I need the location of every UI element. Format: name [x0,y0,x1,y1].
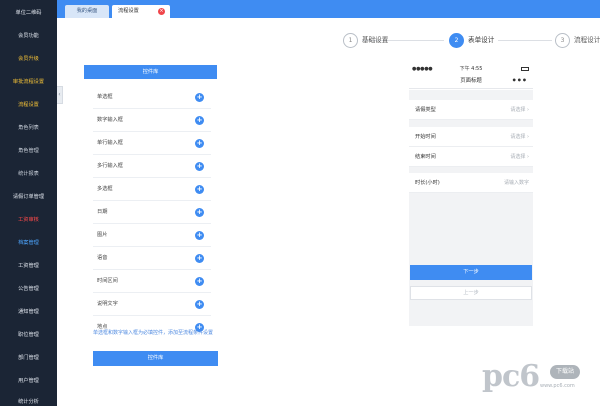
step-number: 2 [449,33,464,48]
field-item-image[interactable]: 图片 + [93,224,211,247]
sidebar-item-role-management[interactable]: 角色管理 [0,145,57,157]
tab-flow-settings-label: 流程设置 [118,8,139,14]
sidebar-item-flow-settings[interactable]: 流程设置 [0,99,57,111]
sidebar-item-position-management[interactable]: 职位管理 [0,329,57,341]
field-label: 日期 [97,209,108,215]
required-fields-hint: 单选框和数字输入框为必填控件，添加至流程条件设置 [93,330,214,336]
add-icon[interactable]: + [195,254,204,263]
mobile-preview: ●●●●● 下午 4:55 页面标题 ••• 请假类型 请选择 › 开始时间 请… [409,64,533,364]
sidebar-item-role-list[interactable]: 角色列表 [0,122,57,134]
sidebar-item-approval-flow[interactable]: 审批流程设置 [0,76,57,88]
add-icon[interactable]: + [195,231,204,240]
step-connector [498,40,552,41]
field-item-multi-choice[interactable]: 多选框 + [93,178,211,201]
sidebar-item-unit-qrcode[interactable]: 单位二维码 [0,7,57,19]
add-icon[interactable]: + [195,300,204,309]
control-library-footer-button[interactable]: 控件库 [93,351,218,366]
top-bar: 我的桌面 流程设置 × [57,0,600,18]
tab-my-desktop[interactable]: 我的桌面 [65,5,109,18]
phone-nav-bar: 页面标题 ••• [409,74,533,89]
sidebar-item-member-upgrade[interactable]: 会员升级 [0,53,57,65]
add-icon[interactable]: + [195,93,204,102]
sidebar-item-salary-management[interactable]: 工资管理 [0,260,57,272]
step-label: 表单设计 [468,36,495,44]
watermark: pc6 下载站 www.pc6.com [480,355,600,403]
add-icon[interactable]: + [195,139,204,148]
sidebar-item-notice-management[interactable]: 通知管理 [0,306,57,318]
form-row-leave-type[interactable]: 请假类型 请选择 › [409,100,533,120]
form-row-value: 请选择 › [510,154,529,160]
add-icon[interactable]: + [195,162,204,171]
field-label: 数字输入框 [97,117,123,123]
chevron-left-icon: ‹ [58,91,61,98]
field-label: 单行输入框 [97,140,123,146]
form-row-label: 时长(小时) [415,180,440,186]
form-row-duration-hours[interactable]: 时长(小时) 请输入数字 [409,173,533,193]
add-icon[interactable]: + [195,116,204,125]
sidebar-item-leave-orders[interactable]: 请假订单管理 [0,191,57,203]
sidebar-item-salary-review[interactable]: 工资审核 [0,214,57,226]
phone-status-bar: ●●●●● 下午 4:55 [409,64,533,74]
form-row-start-time[interactable]: 开始时间 请选择 › [409,127,533,147]
sidebar-collapse-handle[interactable]: ‹ [57,86,63,104]
field-label: 多选框 [97,186,113,192]
watermark-logo: pc6 [482,359,540,394]
field-label: 时间区间 [97,278,118,284]
sidebar: 单位二维码 会员功能 会员升级 审批流程设置 流程设置 角色列表 角色管理 统计… [0,0,57,406]
section-gap [409,120,533,127]
sidebar-item-archive-management[interactable]: 档案管理 [0,237,57,249]
watermark-badge: 下载站 [550,365,580,379]
step-label: 基础设置 [362,36,389,44]
control-library-header: 控件库 [84,65,217,79]
more-icon[interactable]: ••• [512,74,527,87]
phone-time: 下午 4:55 [459,66,483,72]
battery-icon [521,67,529,71]
sidebar-item-member-features[interactable]: 会员功能 [0,30,57,42]
form-row-value: 请选择 › [510,107,529,113]
close-icon[interactable]: × [158,8,165,15]
field-item-multi-line-input[interactable]: 多行输入框 + [93,155,211,178]
next-step-button[interactable]: 下一步 [410,265,532,280]
field-label: 语音 [97,255,108,261]
field-label: 图片 [97,232,108,238]
step-label: 流程设计 [574,36,600,44]
field-label: 说明文字 [97,301,118,307]
sidebar-item-statistics-analysis[interactable]: 统计分析 [0,396,57,406]
form-row-value: 请输入数字 [503,180,529,186]
step-number: 3 [555,33,570,48]
previous-step-button[interactable]: 上一步 [410,286,532,300]
step-number: 1 [343,33,358,48]
sidebar-item-department-management[interactable]: 部门管理 [0,352,57,364]
form-row-label: 请假类型 [415,107,436,113]
field-item-voice[interactable]: 语音 + [93,247,211,270]
field-item-date[interactable]: 日期 + [93,201,211,224]
field-item-time-range[interactable]: 时间区间 + [93,270,211,293]
watermark-url: www.pc6.com [540,383,575,389]
add-icon[interactable]: + [195,208,204,217]
sidebar-item-statistics-report[interactable]: 统计报表 [0,168,57,180]
add-icon[interactable]: + [195,185,204,194]
form-row-value: 请选择 › [510,134,529,140]
add-icon[interactable]: + [195,277,204,286]
form-row-label: 开始时间 [415,134,436,140]
field-item-number-input[interactable]: 数字输入框 + [93,109,211,132]
form-empty-area [409,193,533,326]
field-label: 单选框 [97,94,113,100]
field-item-description-text[interactable]: 说明文字 + [93,293,211,316]
section-gap [409,90,533,100]
form-row-label: 结束时间 [415,154,436,160]
field-item-single-line-input[interactable]: 单行输入框 + [93,132,211,155]
field-label: 多行输入框 [97,163,123,169]
tab-flow-settings[interactable]: 流程设置 × [112,5,170,18]
field-item-single-choice[interactable]: 单选框 + [93,86,211,109]
sidebar-item-user-management[interactable]: 用户管理 [0,375,57,387]
app-root: 单位二维码 会员功能 会员升级 审批流程设置 流程设置 角色列表 角色管理 统计… [0,0,600,406]
sidebar-item-announcement-management[interactable]: 公告管理 [0,283,57,295]
form-row-end-time[interactable]: 结束时间 请选择 › [409,147,533,167]
